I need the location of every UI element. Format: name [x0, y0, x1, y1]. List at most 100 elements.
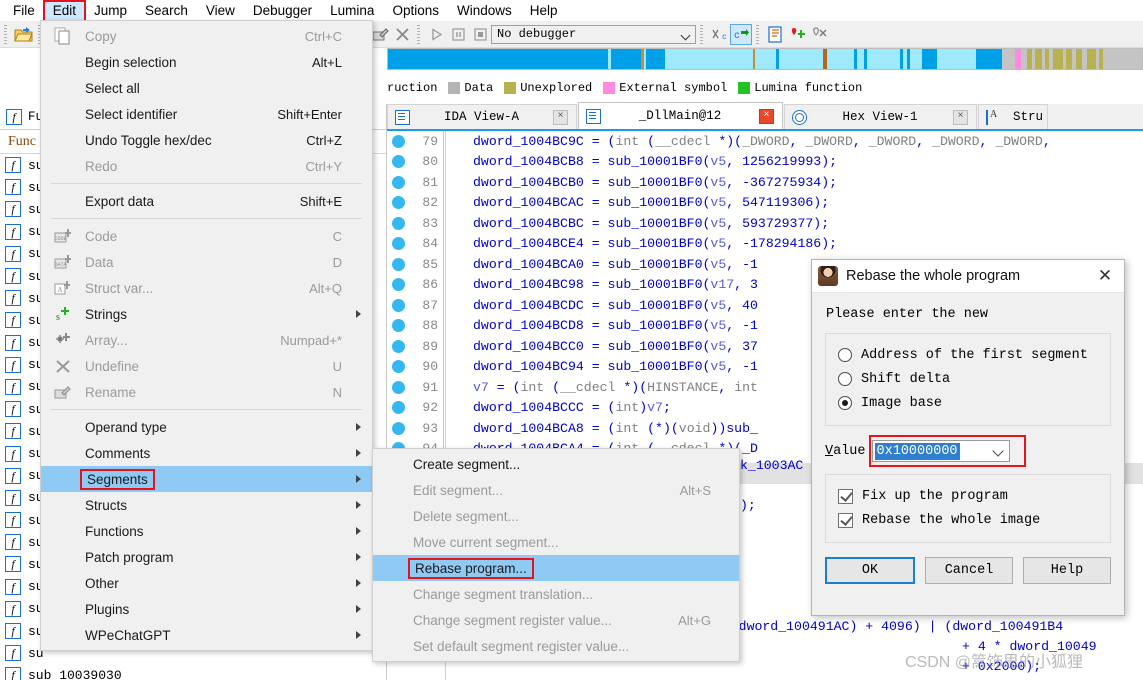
- menu-item-select-all[interactable]: Select all: [41, 75, 372, 101]
- menu-item-segments[interactable]: Segments: [41, 466, 372, 492]
- menu-view[interactable]: View: [197, 1, 244, 21]
- submenu-item-rebase-program[interactable]: Rebase program...: [373, 555, 739, 581]
- breakpoint-marker-icon[interactable]: [392, 175, 405, 189]
- decompile-icon[interactable]: c: [730, 23, 752, 45]
- debug-stop-icon[interactable]: [469, 24, 491, 45]
- cancel-button[interactable]: Cancel: [925, 557, 1013, 584]
- menu-item-label: Patch program: [85, 549, 174, 565]
- menu-item-patch-program[interactable]: Patch program: [41, 544, 372, 570]
- menu-item-export-data[interactable]: Export data Shift+E: [41, 188, 372, 214]
- menu-file[interactable]: File: [4, 1, 44, 21]
- code-text: dword_1004BCAC = sub_10001BF0(v5, 547119…: [473, 195, 830, 211]
- code-row[interactable]: 83 dword_1004BCBC = sub_10001BF0(v5, 5937…: [387, 213, 1143, 234]
- code-row[interactable]: 84 dword_1004BCE4 = sub_10001BF0(v5, -178…: [387, 233, 1143, 254]
- breakpoint-marker-icon[interactable]: [392, 421, 405, 435]
- menu-item-begin-selection[interactable]: Begin selection Alt+L: [41, 49, 372, 75]
- tab-hex-view-1[interactable]: Hex View-1 ×: [784, 104, 977, 129]
- menu-item-plugins[interactable]: Plugins: [41, 596, 372, 622]
- menu-help[interactable]: Help: [521, 1, 567, 21]
- menu-search[interactable]: Search: [136, 1, 197, 21]
- close-icon[interactable]: ✕: [1090, 262, 1120, 290]
- menu-options[interactable]: Options: [383, 1, 448, 21]
- toolbar-grip-6[interactable]: [699, 24, 705, 44]
- breakpoint-marker-icon[interactable]: [392, 278, 405, 292]
- debug-pause-icon[interactable]: [447, 24, 469, 45]
- menu-item-structs[interactable]: Structs: [41, 492, 372, 518]
- remove-breakpoint-icon[interactable]: [808, 24, 830, 45]
- open-folder-icon[interactable]: [12, 24, 34, 45]
- menu-item-copy: Copy Ctrl+C: [41, 23, 372, 49]
- radio-indicator[interactable]: [838, 396, 852, 410]
- list-item[interactable]: f sub_10039030: [0, 664, 386, 680]
- navigator-band[interactable]: [387, 48, 1143, 70]
- breakpoint-marker-icon[interactable]: [392, 319, 405, 333]
- menu-item-undo[interactable]: Undo Toggle hex/dec Ctrl+Z: [41, 127, 372, 153]
- breakpoint-marker-icon[interactable]: [392, 298, 405, 312]
- menu-edit[interactable]: Edit: [42, 0, 87, 22]
- checkbox-rebase-whole-image[interactable]: Rebase the whole image: [838, 508, 1100, 532]
- toolbar-grip-7[interactable]: [755, 24, 761, 44]
- checkbox-indicator[interactable]: [838, 488, 853, 504]
- breakpoint-marker-icon[interactable]: [392, 380, 405, 394]
- radio-shift-delta[interactable]: Shift delta: [838, 367, 1100, 391]
- menu-item-select-identifier[interactable]: Select identifier Shift+Enter: [41, 101, 372, 127]
- add-breakpoint-icon[interactable]: [786, 24, 808, 45]
- code-row[interactable]: 80 dword_1004BCB8 = sub_10001BF0(v5, 1256…: [387, 151, 1143, 172]
- menu-item-comments[interactable]: Comments: [41, 440, 372, 466]
- tab-stru[interactable]: Stru: [978, 104, 1048, 129]
- undefine-icon[interactable]: [391, 24, 413, 45]
- help-button[interactable]: Help: [1023, 557, 1111, 584]
- breakpoint-marker-icon[interactable]: [392, 237, 405, 251]
- chevron-down-icon[interactable]: [991, 445, 1004, 457]
- radio-image-base[interactable]: Image base: [838, 391, 1100, 415]
- menu-windows[interactable]: Windows: [448, 1, 521, 21]
- debug-run-icon[interactable]: [425, 24, 447, 45]
- value-input[interactable]: 0x10000000: [874, 442, 960, 460]
- ok-button[interactable]: OK: [825, 557, 915, 584]
- toolbar-grip[interactable]: [3, 24, 9, 44]
- debugger-selector-value: No debugger: [497, 27, 577, 41]
- function-icon: f: [5, 467, 21, 484]
- menu-item-other[interactable]: Other: [41, 570, 372, 596]
- menu-lumina[interactable]: Lumina: [321, 1, 383, 21]
- function-icon: f: [5, 290, 21, 307]
- make-struct-icon: A: [53, 278, 73, 298]
- menu-item-undefine: Undefine U: [41, 353, 372, 379]
- breakpoint-marker-icon[interactable]: [392, 257, 405, 271]
- debugger-selector[interactable]: No debugger: [491, 24, 696, 44]
- menu-item-wpechatgpt[interactable]: WPeChatGPT: [41, 622, 372, 648]
- breakpoint-marker-icon[interactable]: [392, 401, 405, 415]
- checkbox-indicator[interactable]: [838, 512, 853, 528]
- menu-item-functions[interactable]: Functions: [41, 518, 372, 544]
- code-row[interactable]: 79 dword_1004BC9C = (int (__cdecl *)(_DWO…: [387, 131, 1143, 152]
- tab-label: Stru: [1013, 110, 1044, 124]
- menu-item-label: Structs: [85, 497, 128, 513]
- menu-debugger[interactable]: Debugger: [244, 1, 321, 21]
- breakpoint-marker-icon[interactable]: [392, 196, 405, 210]
- value-combobox[interactable]: 0x10000000: [871, 440, 1010, 462]
- submenu-item-create-segment[interactable]: Create segment...: [373, 451, 739, 477]
- close-icon[interactable]: ×: [553, 109, 568, 125]
- breakpoint-marker-icon[interactable]: [392, 360, 405, 374]
- hex-toggle-icon[interactable]: c: [708, 24, 730, 45]
- radio-address-first-segment[interactable]: Address of the first segment: [838, 343, 1100, 367]
- code-row[interactable]: 81 dword_1004BCB0 = sub_10001BF0(v5, -367…: [387, 172, 1143, 193]
- breakpoint-marker-icon[interactable]: [392, 134, 405, 148]
- breakpoint-marker-icon[interactable]: [392, 155, 405, 169]
- menu-item-operand-type[interactable]: Operand type: [41, 414, 372, 440]
- menu-jump[interactable]: Jump: [85, 1, 136, 21]
- radio-indicator[interactable]: [838, 348, 852, 362]
- toolbar-grip-5[interactable]: [416, 24, 422, 44]
- breakpoint-marker-icon[interactable]: [392, 339, 405, 353]
- tab--dllmain-12[interactable]: _DllMain@12 ×: [578, 102, 783, 129]
- checkbox-fix-up-program[interactable]: Fix up the program: [838, 484, 1100, 508]
- code-row[interactable]: 82 dword_1004BCAC = sub_10001BF0(v5, 5471…: [387, 192, 1143, 213]
- notepad-icon[interactable]: [764, 24, 786, 45]
- line-number: 91: [422, 379, 438, 395]
- close-icon[interactable]: ×: [953, 109, 968, 125]
- close-icon[interactable]: ×: [759, 108, 774, 124]
- breakpoint-marker-icon[interactable]: [392, 216, 405, 230]
- tab-ida-view-a[interactable]: IDA View-A ×: [387, 104, 577, 129]
- radio-indicator[interactable]: [838, 372, 852, 386]
- menu-item-strings[interactable]: s Strings: [41, 301, 372, 327]
